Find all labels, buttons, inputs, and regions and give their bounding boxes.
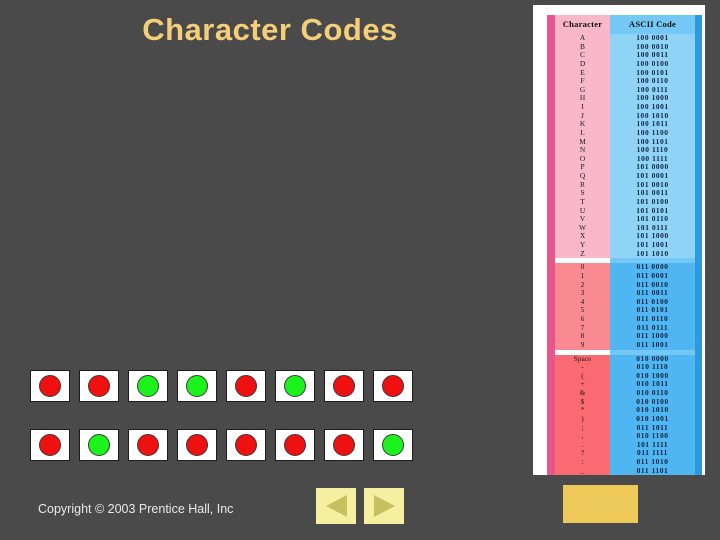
red-light-icon: [186, 434, 208, 456]
slide-canvas: Character Codes Character ASCII Code A B…: [0, 0, 720, 540]
red-light-icon: [137, 434, 159, 456]
header-ascii-code: ASCII Code: [610, 15, 702, 34]
signal-cell[interactable]: [30, 429, 70, 461]
previous-slide-button[interactable]: [316, 488, 356, 524]
signal-row-2: [30, 429, 413, 461]
green-light-icon: [284, 375, 306, 397]
symbols-codes: 010 0000 010 1110 010 1000 010 1011 010 …: [610, 354, 702, 475]
signal-cell[interactable]: [275, 370, 315, 402]
green-light-icon: [137, 375, 159, 397]
signal-cell[interactable]: [177, 429, 217, 461]
red-light-icon: [88, 375, 110, 397]
green-light-icon: [382, 434, 404, 456]
symbols-characters: Space - ( + & $ * ) ; , . ? : _: [547, 354, 610, 475]
ascii-code-table-image: Character ASCII Code A B C D E F G H I J…: [533, 5, 705, 475]
ascii-table-body: Character ASCII Code A B C D E F G H I J…: [547, 15, 702, 475]
ascii-section-symbols: Space - ( + & $ * ) ; , . ? : _ 010 0000…: [547, 354, 702, 475]
red-light-icon: [333, 375, 355, 397]
ascii-table-header-row: Character ASCII Code: [547, 15, 702, 34]
signal-cell[interactable]: [79, 370, 119, 402]
signal-cell[interactable]: [226, 370, 266, 402]
digits-codes: 011 0000 011 0001 011 0010 011 0011 011 …: [610, 262, 702, 350]
signal-cell[interactable]: [128, 370, 168, 402]
green-light-icon: [186, 375, 208, 397]
page-title: Character Codes: [142, 12, 398, 47]
signal-cell[interactable]: [128, 429, 168, 461]
red-light-icon: [382, 375, 404, 397]
red-light-icon: [284, 434, 306, 456]
signal-cell[interactable]: [226, 429, 266, 461]
red-light-icon: [333, 434, 355, 456]
signal-cell[interactable]: [177, 370, 217, 402]
red-light-icon: [39, 434, 61, 456]
green-light-icon: [88, 434, 110, 456]
ascii-section-letters: A B C D E F G H I J K L M N O P Q R S T …: [547, 33, 702, 259]
signal-cell[interactable]: [324, 370, 364, 402]
next-slide-button[interactable]: [364, 488, 404, 524]
red-light-icon: [39, 375, 61, 397]
red-light-icon: [235, 375, 257, 397]
digits-characters: 0 1 2 3 4 5 6 7 8 9: [547, 262, 610, 350]
header-character: Character: [547, 15, 610, 34]
signal-cell[interactable]: [275, 429, 315, 461]
signal-cell[interactable]: [324, 429, 364, 461]
ascii-section-digits: 0 1 2 3 4 5 6 7 8 9 011 0000 011 0001 01…: [547, 262, 702, 350]
signal-cell[interactable]: [30, 370, 70, 402]
triangle-right-icon: [373, 495, 395, 517]
letters-characters: A B C D E F G H I J K L M N O P Q R S T …: [547, 33, 610, 259]
copyright-text: Copyright © 2003 Prentice Hall, Inc: [38, 502, 234, 516]
red-light-icon: [235, 434, 257, 456]
signal-cell[interactable]: [373, 370, 413, 402]
signal-row-1: [30, 370, 413, 402]
signal-cell[interactable]: [79, 429, 119, 461]
gold-placeholder-box: [563, 485, 638, 523]
letters-codes: 100 0001 100 0010 100 0011 100 0100 100 …: [610, 33, 702, 259]
triangle-left-icon: [325, 495, 347, 517]
signal-cell[interactable]: [373, 429, 413, 461]
